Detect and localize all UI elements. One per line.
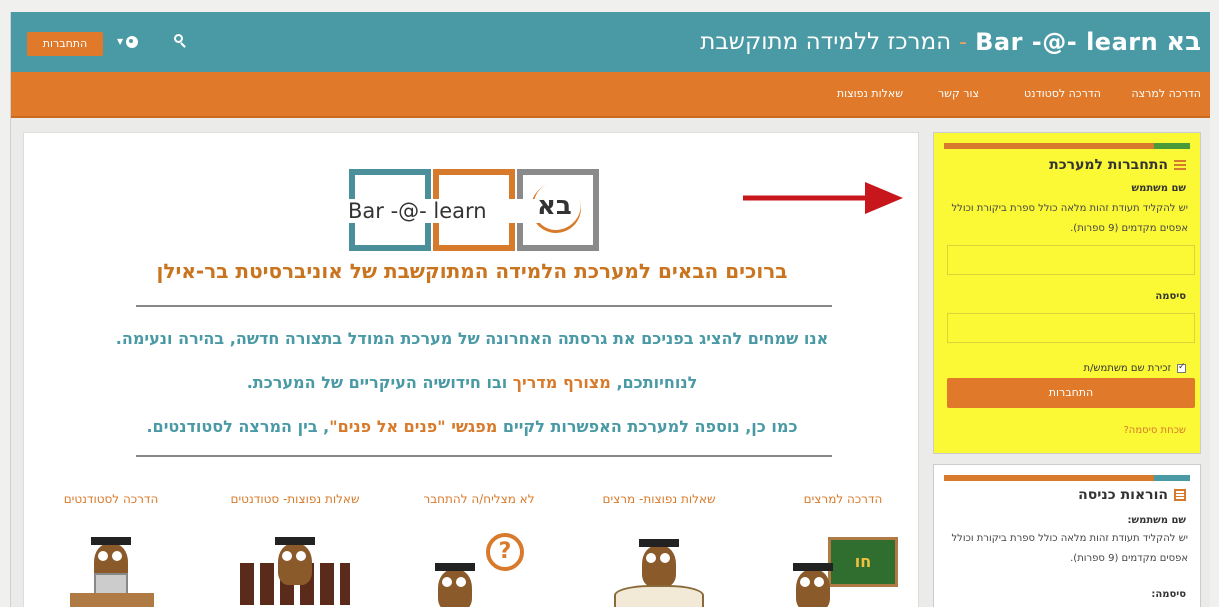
tile-student-faq[interactable]: שאלות נפוצות- סטודנטים <box>220 491 370 607</box>
language-selector[interactable]: ▼ <box>117 30 139 54</box>
tile-label[interactable]: שאלות נפוצות- מרצים <box>584 491 734 527</box>
question-mark-icon: ? <box>486 533 524 571</box>
forgot-password-link[interactable]: שכחת סיסמה? <box>1123 425 1186 436</box>
panel-stripe <box>944 143 1190 149</box>
site-header: התחברות ▼ המרכז ללמידה מתוקשבת - Bar -@-… <box>11 12 1210 72</box>
guide-link[interactable]: מצורף מדריך <box>513 373 611 392</box>
meetings-text-c: , בין המרצה לסטודנטים. <box>146 417 330 436</box>
guide-text-c: ובו חידושיה העיקריים של המערכת. <box>246 373 513 392</box>
username-input[interactable] <box>947 245 1195 275</box>
remember-checkbox[interactable] <box>1177 362 1186 373</box>
welcome-heading: ברוכים הבאים למערכת הלמידה המתוקשבת של א… <box>156 259 788 283</box>
divider <box>136 455 832 457</box>
login-instructions-panel: הוראות כניסה שם משתמש: יש להקליד תעודת ז… <box>933 464 1201 607</box>
login-panel-title: התחברות למערכת <box>1049 157 1186 173</box>
meetings-text-a: כמו כן, נוספה למערכת האפשרות לקיים <box>497 417 798 436</box>
document-icon <box>1174 489 1186 501</box>
login-submit-button[interactable]: התחברות <box>947 378 1195 408</box>
tile-lecturer-faq[interactable]: שאלות נפוצות- מרצים <box>584 491 734 607</box>
tile-student-guide[interactable]: הדרכה לסטודנטים <box>36 491 186 607</box>
site-brand[interactable]: המרכז ללמידה מתוקשבת - Bar -@- learn בא <box>700 24 1201 60</box>
logo-mark: בא <box>537 191 572 221</box>
panel-stripe <box>944 475 1190 481</box>
login-panel: התחברות למערכת שם משתמש יש להקליד תעודת … <box>933 132 1201 454</box>
owl-book-illustration <box>604 533 714 607</box>
brand-name: Bar -@- learn <box>975 28 1159 56</box>
graduation-cap-icon <box>91 537 131 545</box>
owl-icon <box>642 545 676 587</box>
tile-label[interactable]: שאלות נפוצות- סטודנטים <box>220 491 370 527</box>
browser-viewport: התחברות ▼ המרכז ללמידה מתוקשבת - Bar -@-… <box>10 12 1210 607</box>
tile-label[interactable]: הדרכה למרצים <box>768 491 918 527</box>
search-icon[interactable] <box>174 34 188 48</box>
globe-icon <box>126 36 139 48</box>
tile-lecturer-guide[interactable]: הדרכה למרצים חו <box>768 491 918 607</box>
graduation-cap-icon <box>435 563 475 571</box>
meetings-link[interactable]: מפגשי "פנים אל פנים" <box>329 417 497 436</box>
nav-item-student-guide[interactable]: הדרכה לסטודנט <box>1024 87 1101 100</box>
owl-teacher-illustration: חו <box>788 533 898 607</box>
owl-question-illustration: ? <box>424 533 534 607</box>
owl-icon <box>438 569 472 607</box>
username-help: יש להקליד תעודת זהות מלאה כולל ספרת ביקו… <box>951 203 1188 234</box>
main-nav: הדרכה למרצה הדרכה לסטודנט צור קשר שאלות … <box>11 72 1210 118</box>
instructions-password-label: סיסמה: <box>1151 589 1186 600</box>
owl-icon <box>278 543 312 585</box>
instructions-username-help: יש להקליד תעודת זהות מלאה כולל ספרת ביקו… <box>951 533 1188 564</box>
nav-item-contact[interactable]: צור קשר <box>938 87 979 100</box>
logo-text: Bar -@- learn <box>344 199 544 223</box>
bar-e-learn-logo: Bar -@- learn בא <box>344 169 602 251</box>
menu-icon <box>1174 160 1186 170</box>
instructions-title: הוראות כניסה <box>1078 487 1186 503</box>
username-label: שם משתמש <box>1131 183 1187 194</box>
meetings-paragraph: כמו כן, נוספה למערכת האפשרות לקיים מפגשי… <box>24 417 920 436</box>
password-label: סיסמה <box>1155 291 1186 302</box>
graduation-cap-icon <box>793 563 833 571</box>
laptop-icon <box>94 573 128 595</box>
password-input[interactable] <box>947 313 1195 343</box>
owl-icon <box>796 569 830 607</box>
chevron-down-icon: ▼ <box>117 37 124 46</box>
tile-cant-login[interactable]: לא מצליח/ה להתחבר ? <box>404 491 554 607</box>
instructions-username-label: שם משתמש: <box>1127 515 1187 526</box>
brand-separator: - <box>959 29 968 55</box>
owl-laptop-illustration <box>56 533 166 607</box>
tile-label[interactable]: לא מצליח/ה להתחבר <box>404 491 554 527</box>
book-icon <box>614 585 704 607</box>
remember-username[interactable]: זכירת שם משתמש/ת <box>1083 362 1186 374</box>
owl-classroom-illustration <box>240 533 350 607</box>
chalkboard: חו <box>828 537 898 587</box>
header-login-button[interactable]: התחברות <box>27 32 103 56</box>
brand-logo-icon: בא <box>1166 27 1201 57</box>
nav-item-faq[interactable]: שאלות נפוצות <box>837 87 903 100</box>
guide-paragraph: לנוחיותכם, מצורף מדריך ובו חידושיה העיקר… <box>24 373 920 392</box>
intro-paragraph: אנו שמחים להציג בפניכם את גרסתה האחרונה … <box>115 329 829 348</box>
graduation-cap-icon <box>639 539 679 547</box>
nav-item-lecturer-guide[interactable]: הדרכה למרצה <box>1131 87 1201 100</box>
guide-text-a: לנוחיותכם, <box>610 373 698 392</box>
tile-label[interactable]: הדרכה לסטודנטים <box>36 491 186 527</box>
desk <box>70 593 154 607</box>
divider <box>136 305 832 307</box>
site-title: המרכז ללמידה מתוקשבת <box>700 29 952 55</box>
graduation-cap-icon <box>275 537 315 545</box>
red-arrow-icon <box>743 182 903 214</box>
